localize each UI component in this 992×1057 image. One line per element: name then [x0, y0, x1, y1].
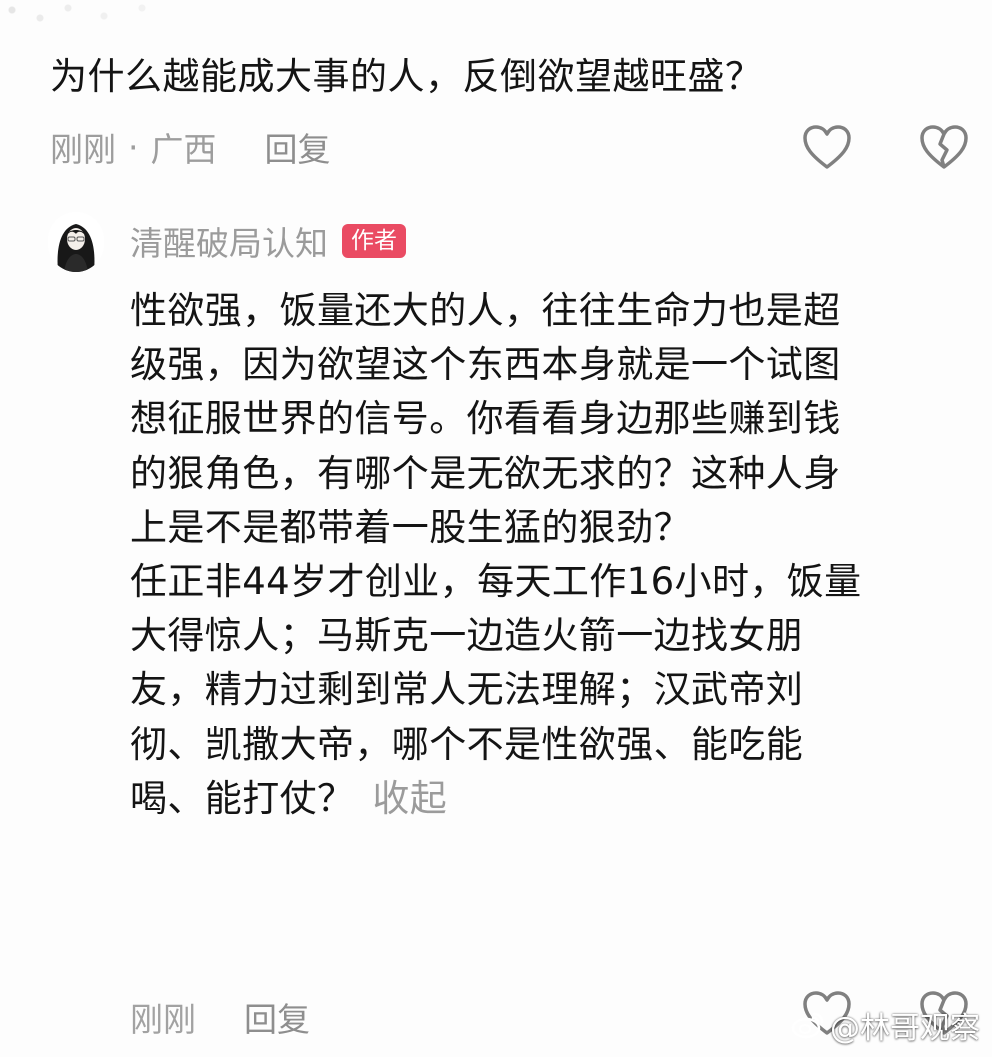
heart-outline-icon[interactable]: [801, 124, 853, 172]
reply-line: 友，精力过剩到常人无法理解；汉武帝刘: [130, 668, 804, 712]
meta-separator: ·: [128, 127, 139, 167]
reply-line: 上是不是都带着一股生猛的狠劲？: [130, 505, 691, 549]
broken-heart-icon[interactable]: [918, 124, 970, 172]
author-row: 清醒破局认知 作者: [130, 214, 406, 268]
reply-meta: 刚刚 回复: [130, 994, 310, 1040]
reply-line: 性欲强，饭量还大的人，往往生命力也是超: [130, 289, 841, 332]
watermark-text: @林哥观察: [830, 1011, 980, 1046]
avatar-portrait-icon: [48, 212, 104, 272]
collapse-link[interactable]: 收起: [372, 777, 447, 820]
author-avatar[interactable]: [48, 212, 104, 272]
reply-last-line: 喝、能打仗？ 收起: [130, 772, 972, 826]
question-location: 广西: [150, 130, 217, 169]
question-text: 为什么越能成大事的人，反倒欲望越旺盛？: [50, 55, 763, 98]
author-name[interactable]: 清醒破局认知: [130, 217, 328, 265]
author-badge: 作者: [342, 224, 406, 258]
reply-line: 大得惊人；马斯克一边造火箭一边找女朋: [130, 614, 804, 658]
watermark: @林哥观察: [791, 1003, 980, 1047]
reply-line: 级强，因为欲望这个东西本身就是一个试图: [130, 343, 841, 387]
weibo-icon: [791, 1012, 824, 1039]
question-time: 刚刚: [50, 130, 116, 169]
reply-time: 刚刚: [130, 1000, 196, 1039]
question-meta: 刚刚 · 广西 回复: [50, 124, 331, 170]
reply-body: 性欲强，饭量还大的人，往往生命力也是超 级强，因为欲望这个东西本身就是一个试图 …: [130, 284, 972, 826]
reply-line: 任正非44岁才创业，每天工作16小时，饭量: [130, 559, 862, 603]
reply-line: 的狠角色，有哪个是无欲无求的？这种人身: [130, 451, 841, 495]
reply-line: 想征服世界的信号。你看看身边那些赚到钱: [130, 397, 841, 441]
question-reply-button[interactable]: 回复: [265, 123, 331, 171]
reply-line-text: 喝、能打仗？: [130, 776, 355, 820]
reply-reply-button[interactable]: 回复: [244, 993, 310, 1041]
reply-line: 彻、凯撒大帝，哪个不是性欲强、能吃能: [130, 722, 804, 766]
